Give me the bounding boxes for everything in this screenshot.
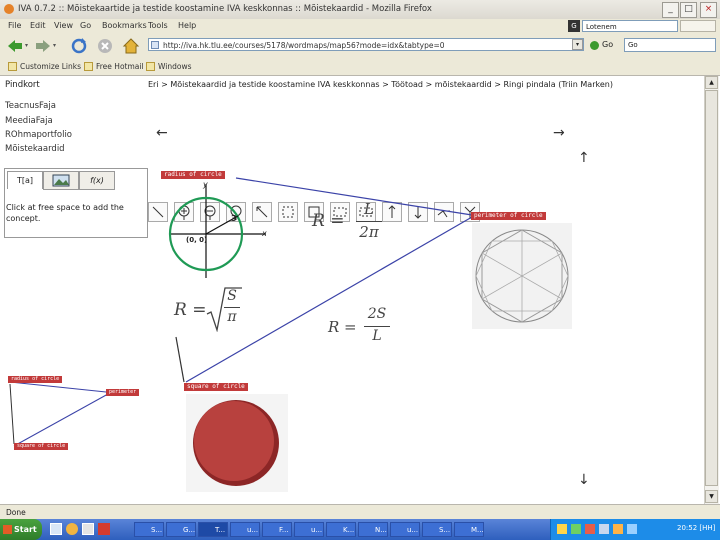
concept-square-of-circle[interactable]: square of circle (184, 383, 248, 391)
minimap-radius: radius of circle (8, 376, 63, 383)
formula-1-bar (356, 221, 382, 222)
start-button[interactable]: Start (0, 519, 42, 540)
vertical-scrollbar[interactable]: ▲ ▼ (704, 76, 719, 504)
formula-3-bar (364, 326, 390, 327)
task-8[interactable]: N... (358, 522, 388, 537)
tray-icon-1[interactable] (557, 524, 567, 534)
radius-value-label: 3 (231, 214, 237, 223)
scroll-up-icon[interactable]: ▲ (705, 76, 718, 89)
tray-icon-5[interactable] (613, 524, 623, 534)
formula-1-lhs: R = (312, 211, 345, 231)
task-2[interactable]: G... (166, 522, 196, 537)
clock[interactable]: 20:52 [HH] (677, 524, 715, 532)
formula-2-denominator: π (227, 309, 237, 325)
formula-2-bar (224, 307, 240, 308)
task-9[interactable]: u... (390, 522, 420, 537)
formula-3-numerator: 2S (367, 306, 387, 322)
task-4[interactable]: u... (230, 522, 260, 537)
task-5[interactable]: F... (262, 522, 292, 537)
formula-r-from-s-and-l[interactable]: R = 2S L (328, 306, 394, 350)
task-6[interactable]: u... (294, 522, 324, 537)
formula-2-radicand: S (227, 288, 237, 304)
status-bar: Done (0, 504, 720, 520)
windows-logo-icon (3, 525, 12, 534)
quicklaunch-desktop-icon[interactable] (50, 523, 62, 535)
connector-square-radius (175, 336, 185, 383)
formula-r-from-l[interactable]: R = L 2π (312, 200, 382, 242)
task-10[interactable]: S... (422, 522, 452, 537)
polygon-diagram (472, 223, 572, 329)
filled-circle-image (186, 394, 288, 492)
formula-3-lhs: R = (328, 318, 357, 336)
minimap[interactable]: radius of circle perimeter square of cir… (6, 372, 146, 496)
status-text: Done (6, 508, 26, 517)
quicklaunch-explorer-icon[interactable] (82, 523, 94, 535)
quicklaunch-ie-icon[interactable] (66, 523, 78, 535)
scroll-thumb[interactable] (705, 90, 718, 486)
tray-icon-6[interactable] (627, 524, 637, 534)
formula-1-numerator: L (364, 200, 374, 218)
origin-label: (0, 0) (186, 236, 208, 244)
taskbar: Start S... G... T... u... F... u... K...… (0, 519, 720, 540)
task-11[interactable]: M... (454, 522, 484, 537)
task-1[interactable]: S... (134, 522, 164, 537)
scroll-down-icon[interactable]: ▼ (705, 490, 718, 503)
concept-perimeter-of-circle[interactable]: perimeter of circle (471, 212, 546, 220)
tray-icon-4[interactable] (599, 524, 609, 534)
minimap-square: square of circle (14, 443, 69, 450)
formula-r-from-s[interactable]: R = S π (174, 286, 244, 332)
start-label: Start (14, 525, 37, 534)
x-axis-label: x (262, 229, 267, 238)
tray-icon-2[interactable] (571, 524, 581, 534)
quicklaunch-app-icon[interactable] (98, 523, 110, 535)
task-3[interactable]: T... (198, 522, 228, 537)
tray-icon-3[interactable] (585, 524, 595, 534)
formula-2-lhs: R = (174, 300, 207, 320)
formula-3-denominator: L (372, 328, 382, 344)
concept-radius-of-circle[interactable]: radius of circle (161, 171, 225, 179)
formula-1-denominator: 2π (359, 223, 379, 241)
circle-diagram (168, 184, 266, 278)
y-axis-label: y (203, 180, 208, 189)
system-tray: 20:52 [HH] (550, 519, 720, 540)
minimap-perimeter: perimeter (106, 389, 140, 396)
task-7[interactable]: K... (326, 522, 356, 537)
